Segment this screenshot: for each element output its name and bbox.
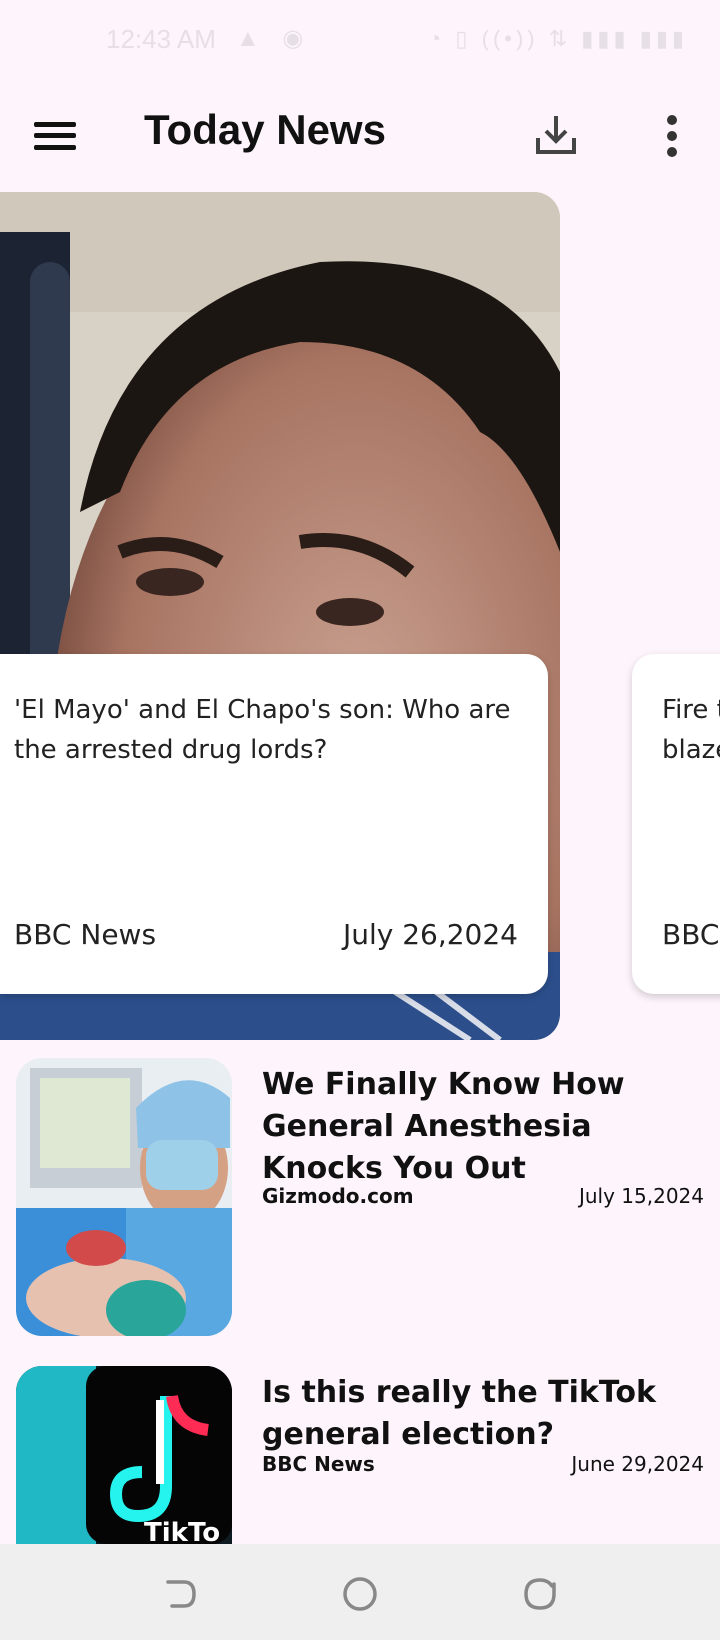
page-title: Today News [144, 106, 386, 153]
more-options-icon[interactable] [656, 114, 688, 158]
svg-text:TikTo: TikTo [144, 1518, 220, 1544]
status-bar: 12:43 AM ▲ ◉ ◔ ▯ ((•)) ⇅ ▮▮▮ ▮▮▮ [0, 0, 720, 80]
article-date: July 15,2024 [578, 1184, 704, 1208]
featured-article-title: 'El Mayo' and El Chapo's son: Who are th… [14, 695, 511, 765]
recents-icon[interactable] [520, 1574, 560, 1614]
article-thumbnail[interactable] [16, 1058, 232, 1336]
next-article-source: BBC [662, 918, 720, 951]
back-icon[interactable] [160, 1574, 200, 1614]
download-icon[interactable] [534, 110, 578, 158]
article-source: Gizmodo.com [262, 1184, 414, 1208]
article-thumbnail[interactable]: TikTo [16, 1366, 232, 1544]
menu-icon[interactable] [30, 118, 78, 154]
status-system-icons: ◔ ▯ ((•)) ⇅ ▮▮▮ ▮▮▮ [428, 26, 689, 51]
app-bar: Today News [0, 92, 720, 180]
article-date: June 29,2024 [571, 1452, 704, 1476]
article-title[interactable]: Is this really the TikTok general electi… [262, 1372, 708, 1456]
system-navigation-bar [0, 1544, 720, 1640]
tiktok-photo: TikTo [16, 1366, 232, 1544]
list-item[interactable]: We Finally Know How General Anesthesia K… [0, 1058, 720, 1338]
home-icon[interactable] [340, 1574, 380, 1614]
featured-article-source: BBC News [14, 918, 157, 951]
next-article-card[interactable]: Fire tblaze BBC [632, 654, 720, 994]
featured-article-date: July 26,2024 [342, 918, 518, 951]
next-article-title: Fire tblaze [662, 695, 720, 765]
status-notification-icons: ▲ ◉ [236, 25, 312, 52]
article-source: BBC News [262, 1452, 375, 1476]
list-item[interactable]: TikTo Is this really the TikTok general … [0, 1366, 720, 1544]
surgery-photo [16, 1058, 232, 1336]
featured-article-card[interactable]: 'El Mayo' and El Chapo's son: Who are th… [0, 654, 548, 994]
featured-carousel[interactable]: 'El Mayo' and El Chapo's son: Who are th… [0, 192, 720, 1042]
article-title[interactable]: We Finally Know How General Anesthesia K… [262, 1064, 708, 1190]
status-time: 12:43 AM [106, 24, 216, 54]
